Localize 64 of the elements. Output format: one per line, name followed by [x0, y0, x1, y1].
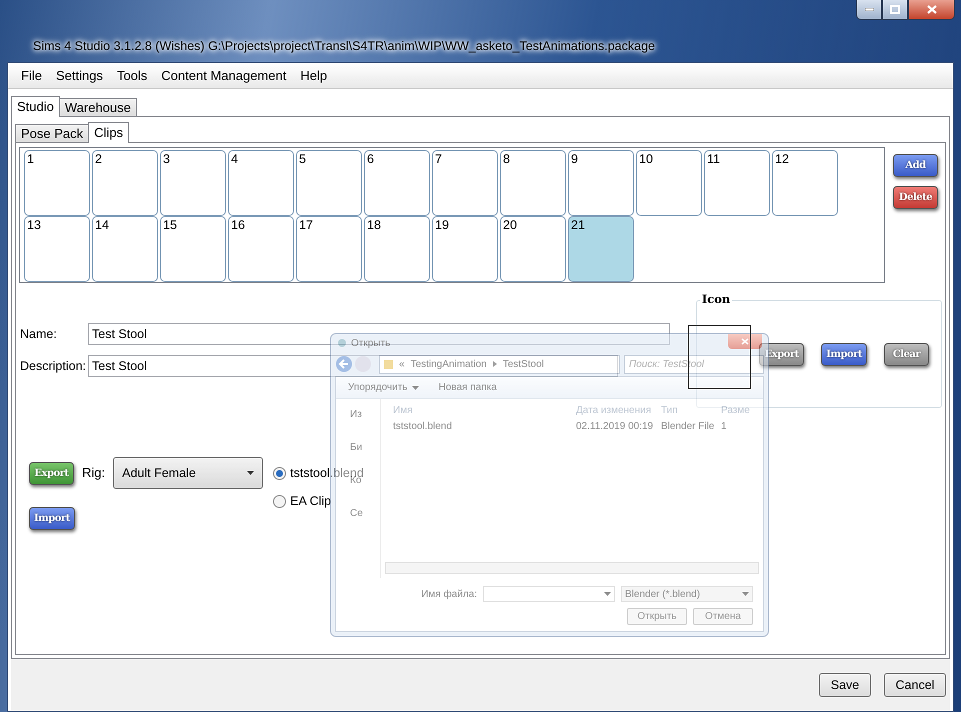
- close-button[interactable]: [908, 0, 955, 20]
- clip-tile[interactable]: 15: [160, 216, 226, 282]
- table-cell-text: 1: [721, 421, 728, 432]
- clip-tile[interactable]: 13: [24, 216, 90, 282]
- clip-tile[interactable]: 12: [772, 150, 838, 216]
- clip-button[interactable]: Delete: [893, 186, 938, 209]
- caret-icon: [742, 592, 749, 596]
- scrollbar[interactable]: [385, 562, 759, 574]
- tab[interactable]: Studio: [11, 96, 60, 117]
- clip-tile[interactable]: 16: [228, 216, 294, 282]
- dialog-button[interactable]: Cancel: [884, 673, 946, 697]
- minimize-button[interactable]: [856, 0, 882, 20]
- close-icon: [741, 338, 749, 345]
- menu-item[interactable]: Help: [294, 68, 334, 83]
- rig-label: Rig:: [82, 464, 106, 480]
- tab[interactable]: Pose Pack: [15, 124, 90, 143]
- window-title: Sims 4 Studio 3.1.2.8 (Wishes) G:\Projects\project\Transl\S4TR\anim\WIP\WW_asketo_TestAnimations.package: [33, 39, 655, 53]
- clip-tile[interactable]: 20: [500, 216, 566, 282]
- tab[interactable]: Clips: [88, 122, 130, 143]
- clip-tile[interactable]: 3: [160, 150, 226, 216]
- close-icon: [926, 5, 936, 14]
- chevron-icon: [492, 361, 497, 367]
- clip-tile[interactable]: 7: [432, 150, 498, 216]
- rig-dropdown[interactable]: Adult Female: [113, 457, 264, 489]
- clip-tile[interactable]: 1: [24, 150, 90, 216]
- table-cell-text: Blender File: [661, 421, 716, 432]
- field-label: Имя файла:: [421, 588, 477, 600]
- menu-item[interactable]: Settings: [50, 68, 109, 83]
- maximize-icon: [890, 5, 900, 14]
- clip-tile[interactable]: 4: [228, 150, 294, 216]
- field-label: Description:: [19, 359, 87, 373]
- app-icon: [337, 338, 347, 348]
- import-button[interactable]: Import: [29, 507, 75, 530]
- clip-button[interactable]: Add: [893, 154, 938, 177]
- clip-tile[interactable]: 10: [636, 150, 702, 216]
- folder-icon: [384, 360, 393, 368]
- caret-icon: [604, 592, 611, 596]
- minimize-icon: [864, 8, 874, 11]
- clip-tile[interactable]: 9: [568, 150, 634, 216]
- clip-tile[interactable]: 6: [364, 150, 430, 216]
- source-radio[interactable]: EA Clip: [273, 494, 364, 508]
- dialog-button[interactable]: Save: [819, 673, 871, 697]
- clip-tile[interactable]: 19: [432, 216, 498, 282]
- clip-tile[interactable]: 5: [296, 150, 362, 216]
- caret-icon: [412, 386, 419, 390]
- menu-item[interactable]: Tools: [110, 68, 154, 83]
- close-button[interactable]: [728, 334, 762, 349]
- tab[interactable]: Warehouse: [58, 98, 137, 117]
- group-title: Icon: [700, 292, 732, 306]
- clip-tile[interactable]: 18: [364, 216, 430, 282]
- clip-tile[interactable]: 8: [500, 150, 566, 216]
- caret-icon: [247, 471, 254, 475]
- filename-field[interactable]: [483, 586, 615, 602]
- clip-tile[interactable]: 2: [92, 150, 158, 216]
- maximize-button[interactable]: [882, 0, 908, 20]
- clip-tile[interactable]: 17: [296, 216, 362, 282]
- field-label: Name:: [19, 327, 58, 341]
- menu-item[interactable]: File: [15, 68, 48, 83]
- menu-item[interactable]: Content Management: [155, 68, 292, 83]
- clip-tile[interactable]: 21: [568, 216, 634, 282]
- table-cell-text: 02.11.2019 00:19: [576, 421, 654, 432]
- clip-tile[interactable]: 11: [704, 150, 770, 216]
- clip-tile[interactable]: 14: [92, 216, 158, 282]
- icon-button[interactable]: Import: [821, 342, 867, 366]
